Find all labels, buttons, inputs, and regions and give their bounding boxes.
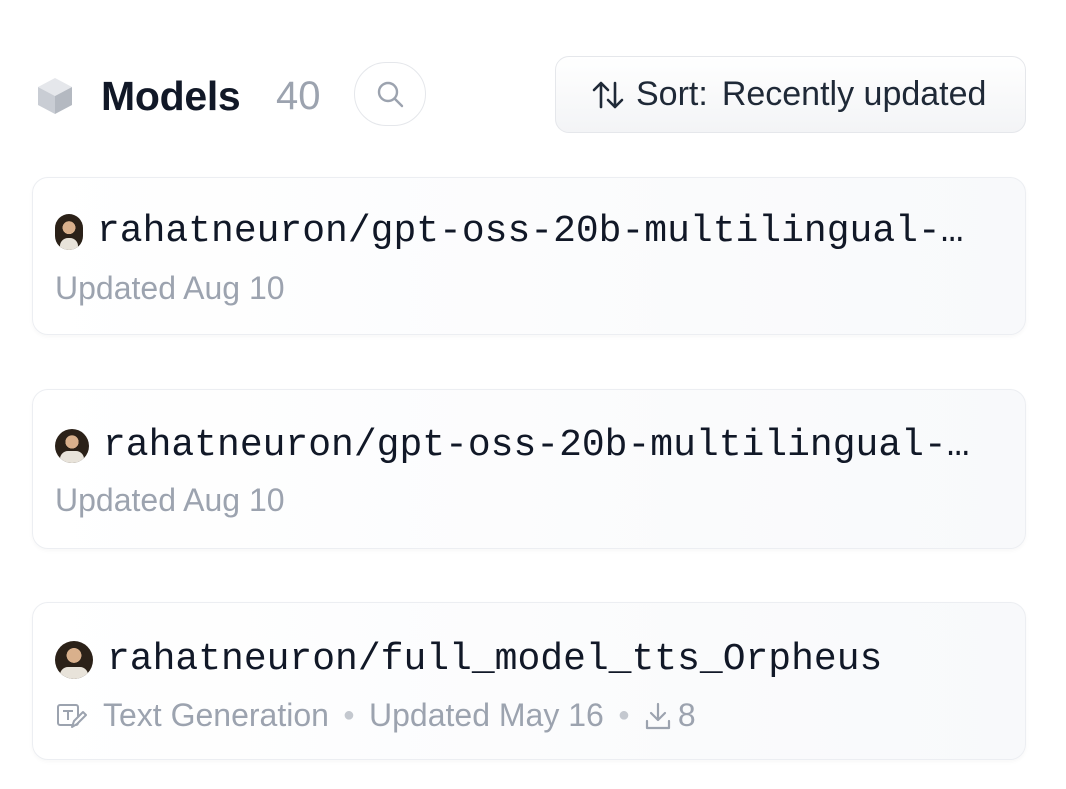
updated-label: Updated Aug 10 (55, 270, 285, 306)
avatar (55, 213, 83, 250)
models-header: Models 40 Sort: Recently updated (36, 56, 1026, 134)
model-name-row[interactable]: rahatneuron/gpt-oss-20b-multilingual-… (55, 424, 1005, 467)
sort-prefix-label: Sort: (636, 75, 708, 113)
separator-dot: ● (342, 704, 355, 726)
sort-arrows-icon (592, 81, 624, 108)
model-meta: Updated Aug 10 (55, 482, 285, 519)
model-card[interactable]: rahatneuron/full_model_tts_Orpheus Text … (32, 602, 1026, 760)
download-icon (645, 702, 671, 729)
cube-icon (38, 78, 72, 114)
model-name-row[interactable]: rahatneuron/gpt-oss-20b-multilingual-… (55, 210, 1005, 253)
sort-button[interactable]: Sort: Recently updated (555, 56, 1026, 133)
sort-value-label: Recently updated (721, 75, 987, 113)
separator-dot: ● (617, 704, 630, 726)
downloads-count: 8 (677, 697, 696, 733)
search-icon (377, 81, 404, 108)
model-name[interactable]: rahatneuron/full_model_tts_Orpheus (107, 638, 882, 681)
model-meta: Updated Aug 10 (55, 270, 285, 307)
model-name[interactable]: rahatneuron/gpt-oss-20b-multilingual-… (97, 210, 964, 253)
updated-label: Updated Aug 10 (55, 482, 285, 518)
model-card[interactable]: rahatneuron/gpt-oss-20b-multilingual-… U… (32, 177, 1026, 335)
model-card[interactable]: rahatneuron/gpt-oss-20b-multilingual-… U… (32, 389, 1026, 549)
avatar (55, 640, 93, 679)
updated-label: Updated May 16 (369, 697, 604, 733)
model-name-row[interactable]: rahatneuron/full_model_tts_Orpheus (55, 638, 1005, 681)
page-title: Models (101, 73, 241, 119)
task-label: Text Generation (103, 697, 329, 733)
models-count: 40 (276, 74, 321, 118)
avatar (55, 428, 89, 463)
model-name[interactable]: rahatneuron/gpt-oss-20b-multilingual-… (103, 424, 970, 467)
text-generation-icon (57, 703, 87, 728)
search-button[interactable] (354, 62, 426, 126)
model-meta: Text Generation ● Updated May 16 ● 8 (55, 697, 696, 734)
